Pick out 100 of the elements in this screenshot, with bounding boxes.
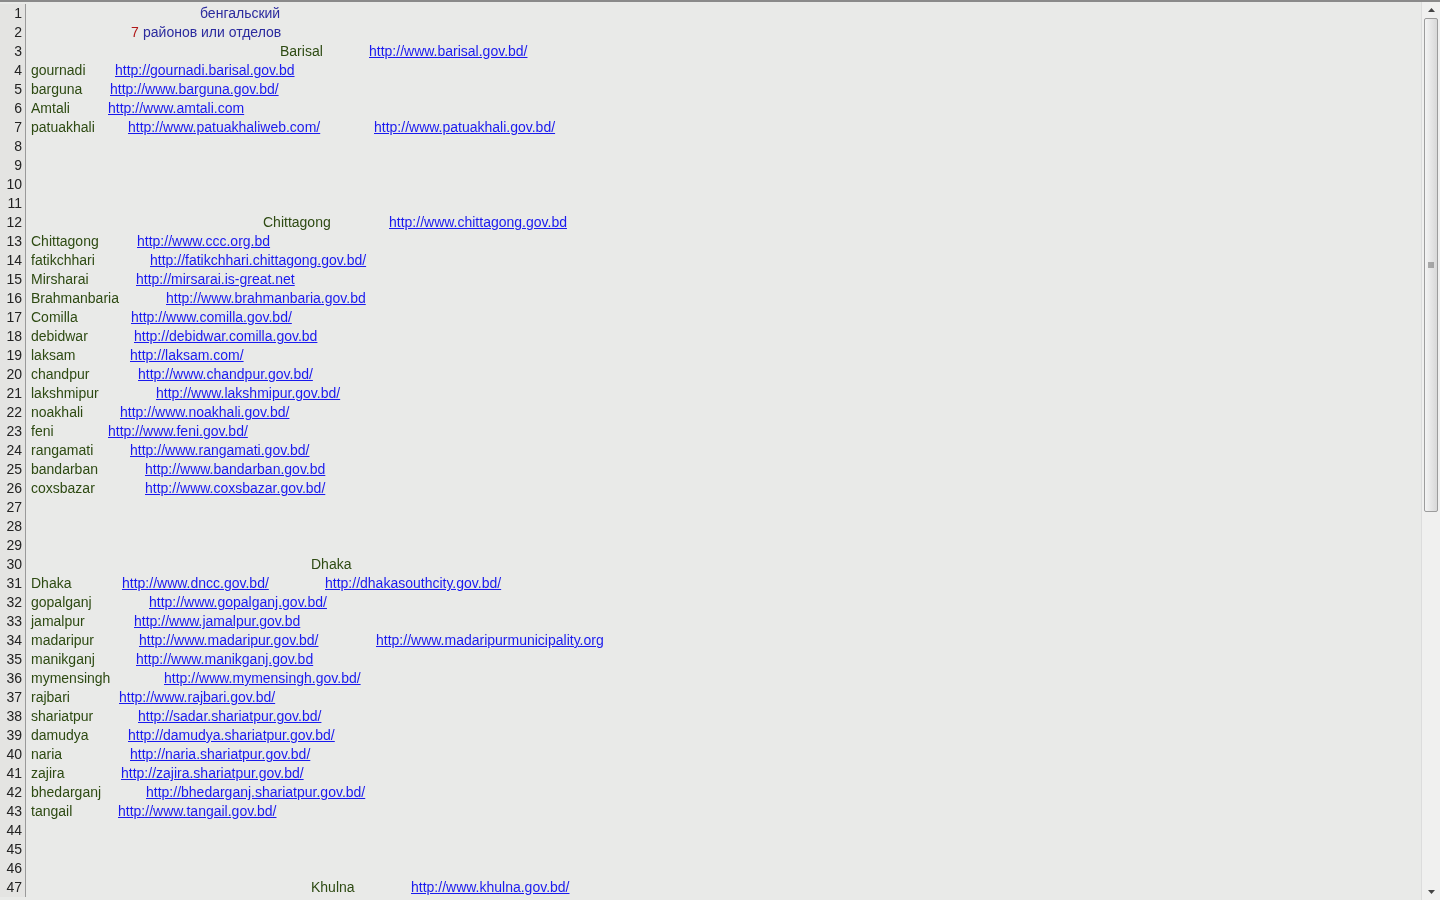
line-number: 37	[6, 688, 22, 707]
line-number: 11	[7, 194, 22, 213]
url-link[interactable]: http://www.chittagong.gov.bd	[389, 212, 567, 233]
place-name: Dhaka	[31, 574, 72, 593]
place-name: rajbari	[31, 688, 70, 707]
line-number: 44	[6, 821, 22, 840]
place-name: barguna	[31, 80, 83, 99]
url-link[interactable]: http://www.dncc.gov.bd/	[122, 573, 269, 594]
url-link[interactable]: http://naria.shariatpur.gov.bd/	[130, 744, 311, 765]
line-number: 7	[14, 118, 22, 137]
url-link[interactable]: http://www.rajbari.gov.bd/	[119, 687, 276, 708]
place-name: chandpur	[31, 365, 90, 384]
url-link[interactable]: http://www.khulna.gov.bd/	[411, 877, 570, 898]
url-link[interactable]: http://www.noakhali.gov.bd/	[120, 402, 290, 423]
url-link[interactable]: http://www.rangamati.gov.bd/	[130, 440, 310, 461]
url-link[interactable]: http://www.jamalpur.gov.bd	[134, 611, 301, 632]
line-number: 33	[6, 612, 22, 631]
place-name: Chittagong	[31, 232, 99, 251]
url-link[interactable]: http://www.coxsbazar.gov.bd/	[145, 478, 326, 499]
url-link[interactable]: http://www.comilla.gov.bd/	[131, 307, 292, 328]
place-name: rangamati	[31, 441, 94, 460]
url-link[interactable]: http://www.barisal.gov.bd/	[369, 41, 528, 62]
place-name: gournadi	[31, 61, 86, 80]
url-link[interactable]: http://gournadi.barisal.gov.bd	[115, 60, 295, 81]
url-link[interactable]: http://www.ccc.org.bd	[137, 231, 271, 252]
count-text: 7	[131, 23, 139, 42]
heading-text: районов или отделов	[143, 23, 282, 42]
line-number: 40	[6, 745, 22, 764]
line-number: 22	[6, 403, 22, 422]
url-link[interactable]: http://debidwar.comilla.gov.bd	[134, 326, 318, 347]
line-number: 13	[6, 232, 22, 251]
place-name: Dhaka	[311, 555, 352, 574]
url-link[interactable]: http://www.barguna.gov.bd/	[110, 79, 279, 100]
url-link[interactable]: http://dhakasouthcity.gov.bd/	[325, 573, 502, 594]
line-number: 46	[6, 859, 22, 878]
place-name: manikganj	[31, 650, 95, 669]
place-name: feni	[31, 422, 54, 441]
place-name: fatikchhari	[31, 251, 95, 270]
line-number: 4	[14, 61, 22, 80]
line-number: 17	[6, 308, 22, 327]
place-name: jamalpur	[31, 612, 85, 631]
place-name: lakshmipur	[31, 384, 99, 403]
line-number: 41	[6, 764, 22, 783]
line-number: 43	[6, 802, 22, 821]
url-link[interactable]: http://laksam.com/	[130, 345, 244, 366]
line-number: 30	[6, 555, 22, 574]
url-link[interactable]: http://www.gopalganj.gov.bd/	[149, 592, 327, 613]
url-link[interactable]: http://www.manikganj.gov.bd	[136, 649, 314, 670]
url-link[interactable]: http://sadar.shariatpur.gov.bd/	[138, 706, 322, 727]
place-name: debidwar	[31, 327, 88, 346]
line-number: 8	[14, 137, 22, 156]
url-link[interactable]: http://www.patuakhali.gov.bd/	[374, 117, 556, 138]
place-name: coxsbazar	[31, 479, 95, 498]
scrollbar-thumb[interactable]	[1424, 18, 1438, 512]
line-number: 18	[6, 327, 22, 346]
url-link[interactable]: http://www.feni.gov.bd/	[108, 421, 248, 442]
line-number: 15	[6, 270, 22, 289]
url-link[interactable]: http://www.madaripurmunicipality.org	[376, 630, 604, 651]
line-number: 42	[6, 783, 22, 802]
place-name: damudya	[31, 726, 89, 745]
line-number: 25	[6, 460, 22, 479]
place-name: bhedarganj	[31, 783, 102, 802]
url-link[interactable]: http://zajira.shariatpur.gov.bd/	[121, 763, 304, 784]
url-link[interactable]: http://www.bandarban.gov.bd	[145, 459, 326, 480]
url-link[interactable]: http://www.lakshmipur.gov.bd/	[156, 383, 341, 404]
place-name: mymensingh	[31, 669, 111, 688]
place-name: shariatpur	[31, 707, 94, 726]
line-number: 1	[14, 4, 22, 23]
place-name: Amtali	[31, 99, 70, 118]
line-number: 31	[6, 574, 22, 593]
line-number: 45	[6, 840, 22, 859]
url-link[interactable]: http://www.madaripur.gov.bd/	[139, 630, 319, 651]
line-number: 38	[6, 707, 22, 726]
url-link[interactable]: http://www.brahmanbaria.gov.bd	[166, 288, 366, 309]
line-number: 23	[6, 422, 22, 441]
place-name: Chittagong	[263, 213, 331, 232]
url-link[interactable]: http://www.tangail.gov.bd/	[118, 801, 277, 822]
place-name: noakhali	[31, 403, 84, 422]
line-number: 35	[6, 650, 22, 669]
line-number: 2	[14, 23, 22, 42]
url-link[interactable]: http://www.patuakhaliweb.com/	[128, 117, 321, 138]
place-name: zajira	[31, 764, 65, 783]
url-link[interactable]: http://www.amtali.com	[108, 98, 245, 119]
url-link[interactable]: http://damudya.shariatpur.gov.bd/	[128, 725, 335, 746]
line-number: 47	[6, 878, 22, 897]
place-name: bandarban	[31, 460, 98, 479]
url-link[interactable]: http://bhedarganj.shariatpur.gov.bd/	[146, 782, 366, 803]
place-name: patuakhali	[31, 118, 95, 137]
place-name: Comilla	[31, 308, 78, 327]
line-number: 12	[6, 213, 22, 232]
line-number: 6	[14, 99, 22, 118]
place-name: Khulna	[311, 878, 355, 897]
place-name: madaripur	[31, 631, 95, 650]
url-link[interactable]: http://mirsarai.is-great.net	[136, 269, 295, 290]
line-number: 28	[6, 517, 22, 536]
place-name: tangail	[31, 802, 73, 821]
line-number: 10	[6, 175, 22, 194]
url-link[interactable]: http://www.mymensingh.gov.bd/	[164, 668, 361, 689]
url-link[interactable]: http://www.chandpur.gov.bd/	[138, 364, 313, 385]
url-link[interactable]: http://fatikchhari.chittagong.gov.bd/	[150, 250, 367, 271]
